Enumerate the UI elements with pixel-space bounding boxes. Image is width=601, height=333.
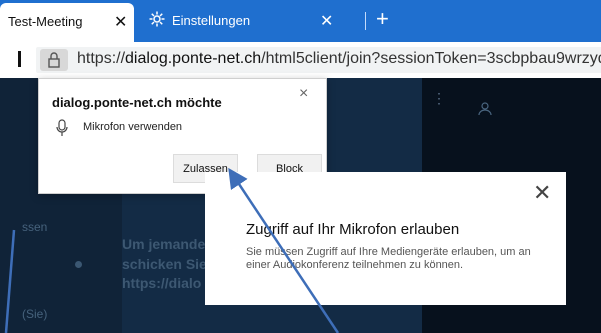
close-tab-icon[interactable]: ✕ xyxy=(320,11,333,31)
tab-einstellungen[interactable]: Einstellungen ✕ xyxy=(140,6,358,36)
url-domain: dialog.ponte-net.ch xyxy=(125,50,262,67)
dialog-description: Sie müssen Zugriff auf Ihre Mediengeräte… xyxy=(246,246,531,271)
close-icon[interactable]: × xyxy=(299,85,308,103)
more-options-icon: ⋮ xyxy=(432,90,446,106)
dialog-heading: Zugriff auf Ihr Mikrofon erlauben xyxy=(246,221,460,238)
background-text: https://dialo xyxy=(122,275,202,291)
background-label: ssen xyxy=(22,220,48,234)
background-text: schicken Sie xyxy=(122,256,207,272)
microphone-icon xyxy=(56,119,68,136)
toolbar-edge xyxy=(18,51,21,67)
browser-toolbar: https://dialog.ponte-net.ch/html5client/… xyxy=(0,42,601,78)
tab-title: Einstellungen xyxy=(172,13,251,28)
tab-title: Test-Meeting xyxy=(8,14,83,29)
tab-separator xyxy=(365,12,366,30)
permission-request-label: Mikrofon verwenden xyxy=(83,121,183,133)
gear-icon xyxy=(149,11,165,27)
user-icon xyxy=(478,102,492,116)
site-info-button[interactable] xyxy=(40,49,68,71)
background-label: (Sie) xyxy=(22,307,48,321)
url-path: /html5client/join?sessionToken=3scbpbau9… xyxy=(261,50,601,67)
close-icon[interactable]: ✕ xyxy=(533,180,551,206)
tab-strip: Test-Meeting ✕ Einstellungen ✕ + xyxy=(0,0,601,42)
url-text[interactable]: https://dialog.ponte-net.ch/html5client/… xyxy=(77,50,601,68)
tab-test-meeting[interactable]: Test-Meeting ✕ xyxy=(0,3,134,42)
background-bullet xyxy=(75,261,82,268)
permission-title: dialog.ponte-net.ch möchte xyxy=(52,95,222,110)
lock-icon xyxy=(48,52,60,68)
address-bar[interactable]: https://dialog.ponte-net.ch/html5client/… xyxy=(36,47,601,73)
url-prefix: https:// xyxy=(77,50,126,67)
microphone-info-dialog: ✕ Zugriff auf Ihr Mikrofon erlauben Sie … xyxy=(205,172,566,305)
background-text: Um jemande xyxy=(122,236,206,252)
new-tab-button[interactable]: + xyxy=(376,6,389,32)
close-tab-icon[interactable]: ✕ xyxy=(114,12,127,32)
